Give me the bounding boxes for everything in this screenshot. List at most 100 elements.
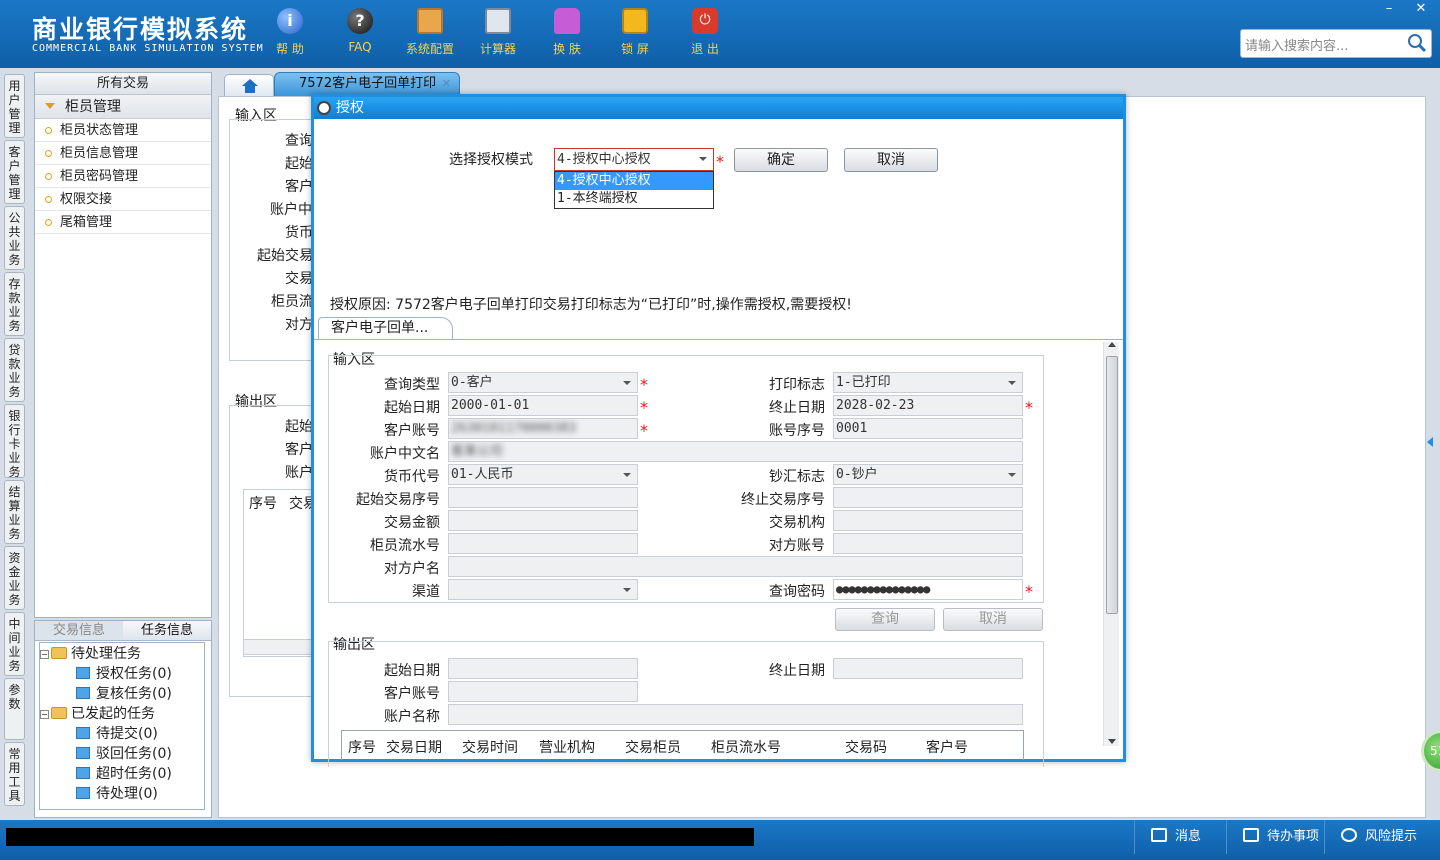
tree-node-auth-tasks[interactable]: 授权任务(0) (40, 664, 204, 684)
vtab-loan[interactable]: 贷款业务 (4, 338, 25, 402)
search-icon[interactable] (1407, 33, 1427, 53)
scroll-down-icon[interactable] (1108, 739, 1116, 744)
confirm-button[interactable]: 确定 (734, 148, 828, 172)
home-tab[interactable] (224, 74, 274, 96)
query-cancel-button[interactable]: 取消 (943, 608, 1043, 631)
end-seq-input[interactable] (833, 487, 1023, 508)
nav-item-permission-handover[interactable]: 权限交接 (35, 188, 211, 211)
peer-acct-input[interactable] (833, 533, 1023, 554)
query-type-select[interactable]: 0-客户 (448, 372, 638, 393)
close-window-button[interactable]: ✕ (1406, 0, 1436, 18)
side-collapse-icon[interactable] (1427, 437, 1433, 447)
query-button[interactable]: 查询 (835, 608, 935, 631)
nav-item-teller-status[interactable]: 柜员状态管理 (35, 119, 211, 142)
tree-node-timeout[interactable]: 超时任务(0) (40, 764, 204, 784)
minimize-button[interactable]: – (1374, 0, 1404, 18)
nav-header[interactable]: 所有交易 (35, 73, 211, 95)
acct-seq-label: 账号序号 (769, 423, 825, 439)
skin-button[interactable]: 换 肤 (539, 8, 595, 57)
nav-item-tail-box[interactable]: 尾箱管理 (35, 211, 211, 234)
tree-node-review-tasks[interactable]: 复核任务(0) (40, 684, 204, 704)
tree-node-to-submit[interactable]: 待提交(0) (40, 724, 204, 744)
account-input[interactable]: 2630101170000383 (448, 418, 638, 439)
tab-task-info[interactable]: 任务信息 (123, 621, 211, 640)
dropdown-arrow-icon (623, 588, 631, 592)
risk-button[interactable]: 风险提示 (1324, 820, 1434, 854)
todo-button[interactable]: 待办事项 (1226, 820, 1324, 854)
lock-button[interactable]: 锁 屏 (607, 8, 663, 57)
out-end-date-input[interactable] (833, 658, 1023, 679)
start-seq-input[interactable] (448, 487, 638, 508)
main-tab-bar: 7572客户电子回单打印 ✕ (218, 72, 1426, 96)
nav-item-teller-password[interactable]: 柜员密码管理 (35, 165, 211, 188)
vtab-params[interactable]: 参数 (4, 678, 25, 740)
tree-node-rejected[interactable]: 驳回任务(0) (40, 744, 204, 764)
config-button[interactable]: 系统配置 (402, 8, 458, 57)
collapse-icon[interactable]: − (40, 710, 49, 719)
th-date: 交易日期 (386, 740, 442, 756)
print-flag-select[interactable]: 1-已打印 (833, 372, 1023, 393)
cash-flag-select[interactable]: 0-钞户 (833, 464, 1023, 485)
help-button[interactable]: i 帮 助 (262, 8, 318, 57)
tree-node-pending[interactable]: − 待处理任务 (40, 644, 204, 664)
end-date-input[interactable]: 2028-02-23 (833, 395, 1023, 416)
cn-name-input[interactable]: 客某公司 (448, 441, 1023, 462)
calculator-button[interactable]: 计算器 (470, 8, 526, 57)
tab-7572-print[interactable]: 7572客户电子回单打印 ✕ (274, 72, 460, 96)
exit-button[interactable]: ⏻ 退 出 (677, 8, 733, 57)
scroll-thumb[interactable] (1106, 356, 1118, 614)
out-account-input[interactable] (448, 681, 638, 702)
tab-customer-receipt[interactable]: 客户电子回单... (318, 317, 453, 339)
collapse-icon[interactable]: − (40, 650, 49, 659)
nav-group-teller-mgmt[interactable]: 柜员管理 (35, 95, 211, 119)
chat-bubble-icon (1341, 828, 1357, 842)
cancel-auth-button[interactable]: 取消 (844, 148, 938, 172)
cash-flag-label: 钞汇标志 (769, 469, 825, 485)
dialog-titlebar[interactable]: 授权 (314, 97, 1123, 119)
tree-node-to-process[interactable]: 待处理(0) (40, 784, 204, 804)
close-tab-icon[interactable]: ✕ (442, 73, 451, 95)
vtab-funds[interactable]: 资金业务 (4, 546, 25, 610)
start-date-input[interactable]: 2000-01-01 (448, 395, 638, 416)
scroll-up-icon[interactable] (1108, 342, 1116, 347)
amount-input[interactable] (448, 510, 638, 531)
channel-select[interactable] (448, 579, 638, 600)
vtab-intermediary[interactable]: 中间业务 (4, 612, 25, 676)
acct-seq-input[interactable]: 0001 (833, 418, 1023, 439)
vtab-customer-mgmt[interactable]: 客户管理 (4, 140, 25, 204)
auth-mode-option[interactable]: 1-本终端授权 (555, 190, 713, 208)
password-input[interactable]: ●●●●●●●●●●●●●●● (833, 579, 1023, 600)
out-acct-name-input[interactable] (448, 704, 1023, 725)
nav-item-teller-info[interactable]: 柜员信息管理 (35, 142, 211, 165)
vtab-deposit[interactable]: 存款业务 (4, 272, 25, 336)
currency-select[interactable]: 01-人民币 (448, 464, 638, 485)
search-input[interactable]: 请输入搜索内容... (1240, 29, 1432, 58)
tree-node-initiated[interactable]: − 已发起的任务 (40, 704, 204, 724)
dropdown-arrow-icon (623, 473, 631, 477)
dialog-title: 授权 (336, 100, 364, 116)
app-title: 商业银行模拟系统 (32, 15, 249, 44)
auth-mode-select[interactable]: 4-授权中心授权 (554, 148, 714, 171)
faq-button[interactable]: ? FAQ (332, 8, 388, 54)
out-start-date-input[interactable] (448, 658, 638, 679)
peer-name-input[interactable] (448, 556, 1023, 577)
panel-icon (76, 687, 90, 699)
todo-label: 待办事项 (1267, 829, 1320, 844)
vtab-tools[interactable]: 常用工具 (4, 742, 25, 806)
bg-label: 查询 (285, 133, 313, 149)
bg-label: 柜员流 (271, 294, 313, 310)
bg-label: 对方 (285, 317, 313, 333)
org-input[interactable] (833, 510, 1023, 531)
th-teller-seq: 柜员流水号 (711, 740, 781, 756)
vtab-settlement[interactable]: 结算业务 (4, 480, 25, 544)
tab-transaction-info[interactable]: 交易信息 (35, 621, 123, 640)
task-panel: 交易信息 任务信息 − 待处理任务 授权任务(0) 复核任务(0) − 已发起的任务… (34, 620, 212, 818)
auth-mode-option[interactable]: 4-授权中心授权 (555, 172, 713, 190)
messages-button[interactable]: 消息 (1134, 820, 1226, 854)
vtab-user-mgmt[interactable]: 用户管理 (4, 74, 25, 138)
vtab-public-business[interactable]: 公共业务 (4, 206, 25, 270)
teller-seq-input[interactable] (448, 533, 638, 554)
folder-icon (51, 707, 67, 719)
dialog-scrollbar[interactable] (1103, 342, 1119, 746)
vtab-bank-card[interactable]: 银行卡业务 (4, 404, 25, 479)
